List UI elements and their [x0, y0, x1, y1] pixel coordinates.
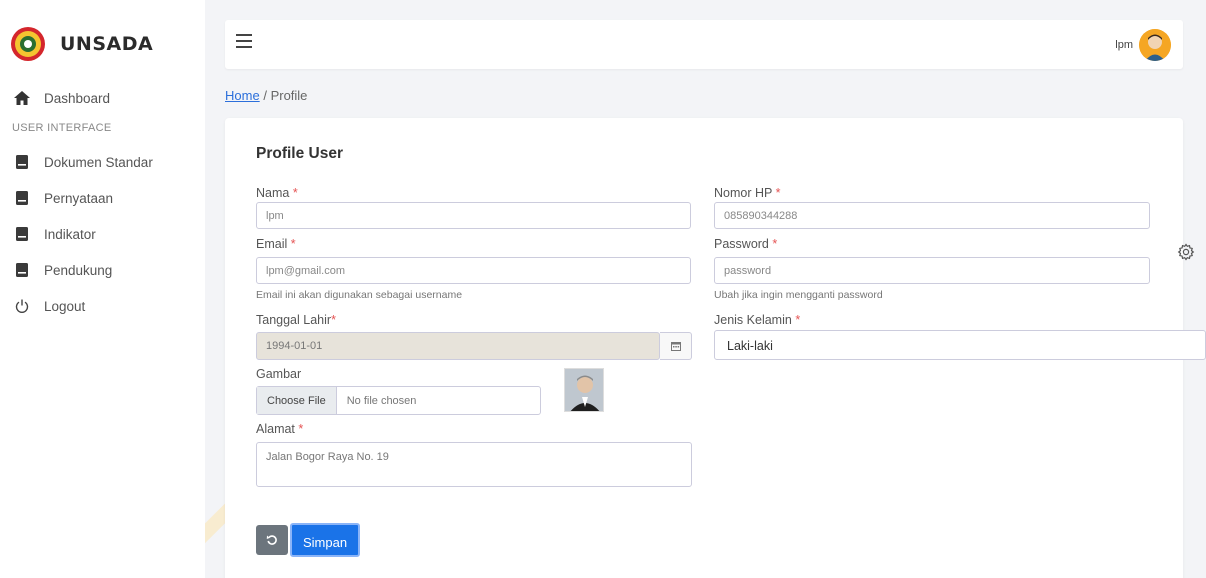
sidebar-item-label: Dokumen Standar — [44, 154, 153, 170]
alamat-label: Alamat * — [256, 422, 303, 436]
calendar-icon — [670, 342, 681, 351]
save-button[interactable]: Simpan — [290, 523, 361, 557]
breadcrumb-current: Profile — [270, 88, 308, 103]
sidebar-item-label: Indikator — [44, 226, 96, 242]
password-label-text: Password — [714, 237, 769, 251]
required-mark: * — [775, 186, 781, 200]
undo-icon — [266, 535, 277, 545]
settings-gear-icon[interactable] — [1177, 243, 1195, 261]
alamat-textarea[interactable]: Jalan Bogor Raya No. 19 — [256, 442, 692, 487]
main-content: lpm Home / Profile Profile User Nama * l… — [205, 0, 1206, 578]
email-help-text: Email ini akan digunakan sebagai usernam… — [256, 289, 463, 301]
nomor-hp-label-text: Nomor HP — [714, 186, 773, 200]
profile-card: Profile User Nama * lpm Nomor HP * 08589… — [225, 118, 1206, 578]
tanggal-lahir-label: Tanggal Lahir* — [256, 313, 336, 327]
book-icon — [14, 154, 30, 170]
nomor-hp-label: Nomor HP * — [714, 186, 780, 200]
home-icon — [14, 90, 30, 106]
sidebar-section-title: USER INTERFACE — [12, 122, 112, 134]
email-input[interactable]: lpm@gmail.com — [256, 257, 691, 284]
required-mark: * — [772, 237, 778, 251]
alamat-label-text: Alamat — [256, 422, 295, 436]
sidebar-item-pendukung[interactable]: Pendukung — [0, 252, 205, 288]
page-title: Profile User — [256, 145, 344, 162]
choose-file-button[interactable]: Choose File — [257, 387, 337, 414]
nama-label: Nama * — [256, 186, 298, 200]
required-mark: * — [290, 237, 296, 251]
sidebar-item-dokumen-standar[interactable]: Dokumen Standar — [0, 144, 205, 180]
email-label-text: Email — [256, 237, 288, 251]
breadcrumb: Home / Profile — [225, 88, 307, 103]
brand-name: UNSADA — [60, 33, 154, 55]
sidebar-item-indikator[interactable]: Indikator — [0, 216, 205, 252]
book-icon — [14, 262, 30, 278]
sidebar-item-label: Pernyataan — [44, 190, 114, 206]
hamburger-menu-icon[interactable] — [236, 34, 252, 48]
email-label: Email * — [256, 237, 296, 251]
jenis-kelamin-label: Jenis Kelamin * — [714, 313, 800, 327]
user-menu[interactable]: lpm — [1115, 29, 1171, 61]
topbar: lpm — [225, 20, 1183, 69]
jenis-kelamin-label-text: Jenis Kelamin — [714, 313, 792, 327]
file-status: No file chosen — [346, 395, 417, 407]
nama-label-text: Nama — [256, 186, 290, 200]
nomor-hp-input[interactable]: 085890344288 — [714, 202, 1150, 229]
reset-button[interactable] — [256, 525, 288, 555]
sidebar-item-label: Pendukung — [44, 262, 113, 278]
avatar[interactable] — [1139, 29, 1171, 61]
sidebar: UNSADA Dashboard USER INTERFACE Dokumen … — [0, 0, 205, 578]
breadcrumb-separator: / — [263, 88, 267, 103]
sidebar-item-dashboard[interactable]: Dashboard — [0, 80, 205, 116]
power-icon — [14, 298, 30, 314]
password-label: Password * — [714, 237, 777, 251]
required-mark: * — [292, 186, 298, 200]
password-help-text: Ubah jika ingin mengganti password — [714, 289, 883, 301]
book-icon — [14, 226, 30, 242]
university-logo-icon — [11, 27, 45, 61]
breadcrumb-home-link[interactable]: Home — [225, 88, 260, 103]
sidebar-item-label: Dashboard — [44, 90, 111, 106]
sidebar-item-logout[interactable]: Logout — [0, 288, 205, 324]
tanggal-lahir-input[interactable]: 1994-01-01 — [256, 332, 660, 360]
required-mark: * — [331, 313, 336, 327]
calendar-button[interactable] — [660, 332, 692, 360]
book-icon — [14, 190, 30, 206]
tanggal-lahir-label-text: Tanggal Lahir — [256, 313, 332, 327]
user-name: lpm — [1115, 39, 1133, 51]
sidebar-item-label: Logout — [44, 298, 86, 314]
gambar-label: Gambar — [256, 367, 302, 381]
password-input[interactable]: password — [714, 257, 1150, 284]
required-mark: * — [795, 313, 801, 327]
gambar-file-input[interactable]: Choose File No file chosen — [256, 386, 541, 415]
nama-input[interactable]: lpm — [256, 202, 691, 229]
required-mark: * — [298, 422, 304, 436]
profile-image-preview — [564, 368, 604, 412]
brand[interactable]: UNSADA — [0, 24, 205, 64]
sidebar-item-pernyataan[interactable]: Pernyataan — [0, 180, 205, 216]
jenis-kelamin-select[interactable]: Laki-laki — [714, 330, 1206, 360]
